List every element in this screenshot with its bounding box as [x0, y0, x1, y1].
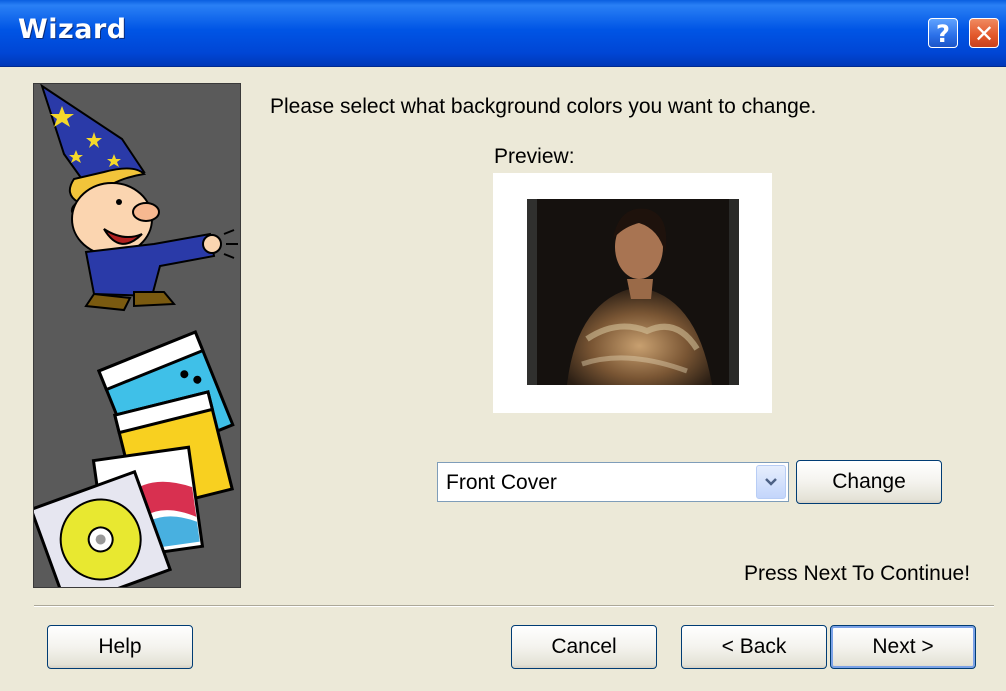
window-title: Wizard — [18, 14, 127, 45]
continue-hint: Press Next To Continue! — [744, 562, 971, 585]
dropdown-selected-value: Front Cover — [446, 471, 557, 494]
instruction-text: Please select what background colors you… — [270, 95, 817, 118]
album-cover-image — [527, 199, 739, 385]
wizard-window: Wizard ? ✕ Please select what background… — [0, 0, 1006, 691]
chevron-glyph — [765, 478, 777, 486]
change-button[interactable]: Change — [796, 460, 942, 504]
close-button[interactable]: ✕ — [969, 18, 999, 48]
chevron-down-icon[interactable] — [756, 465, 786, 499]
help-button[interactable]: Help — [47, 625, 193, 669]
next-button[interactable]: Next > — [830, 625, 976, 669]
preview-label: Preview: — [494, 145, 575, 168]
title-bar[interactable]: Wizard ? ✕ — [0, 0, 1006, 67]
help-title-button[interactable]: ? — [928, 18, 958, 48]
background-area-dropdown[interactable]: Front Cover — [437, 462, 789, 502]
back-button[interactable]: < Back — [681, 625, 827, 669]
cover-photo — [527, 199, 739, 385]
wizard-icon — [29, 83, 238, 610]
wizard-illustration — [29, 83, 241, 610]
footer-separator — [34, 605, 994, 607]
cancel-button[interactable]: Cancel — [511, 625, 657, 669]
